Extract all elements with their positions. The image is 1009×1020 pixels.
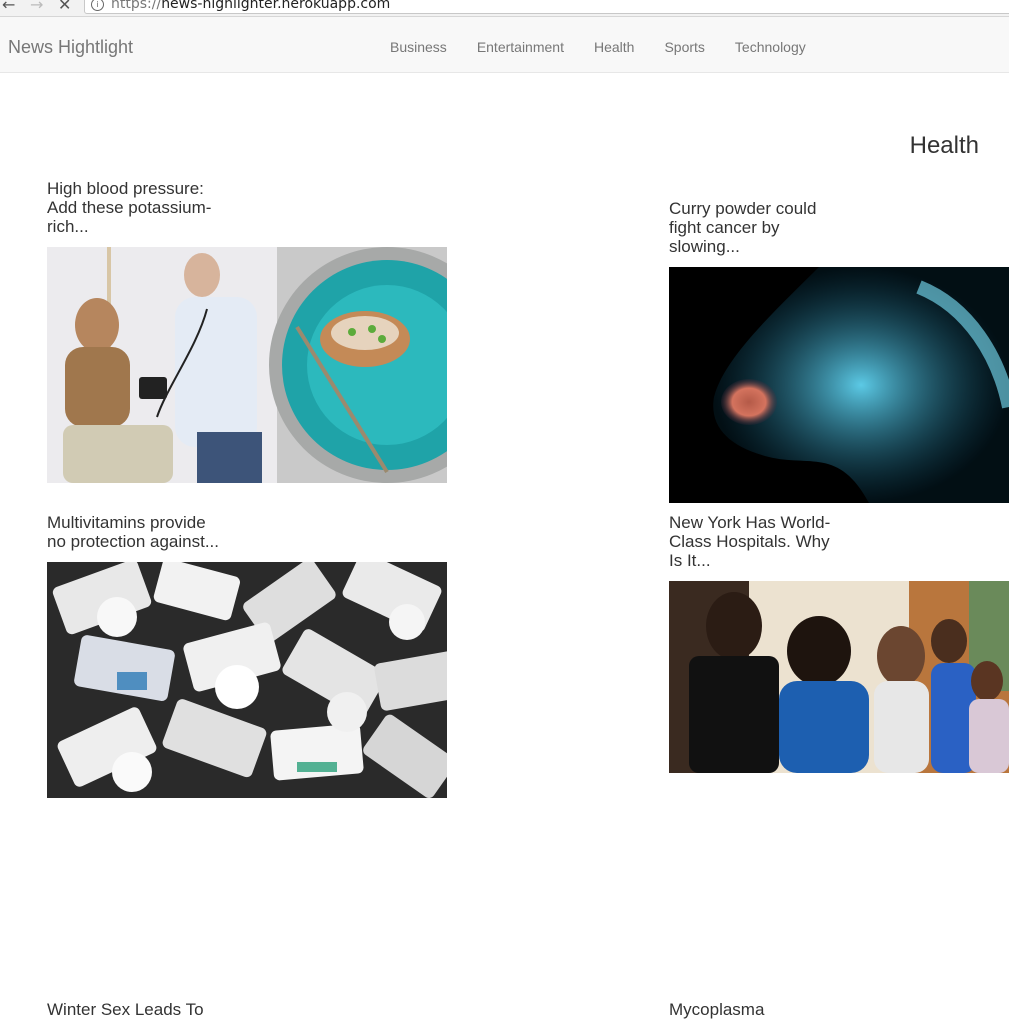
article-image[interactable] — [669, 581, 1009, 773]
nav-link-entertainment[interactable]: Entertainment — [462, 39, 579, 55]
nav-link-sports[interactable]: Sports — [649, 39, 719, 55]
article-title-partial[interactable]: Winter Sex Leads To — [47, 1000, 204, 1020]
nav-link-technology[interactable]: Technology — [720, 39, 821, 55]
article-title[interactable]: High blood pressure: Add these potassium… — [47, 179, 232, 236]
nav-link-health[interactable]: Health — [579, 39, 649, 55]
forward-arrow-icon[interactable]: → — [30, 0, 43, 14]
back-arrow-icon[interactable]: ← — [2, 0, 15, 14]
url-scheme: https:// — [111, 0, 162, 12]
pill-bottles-photo — [47, 562, 447, 798]
article-card: High blood pressure: Add these potassium… — [47, 179, 447, 483]
nav-links: Business Entertainment Health Sports Tec… — [375, 39, 821, 55]
address-url: https://news-highlighter.herokuapp.com — [111, 0, 390, 12]
url-host: news-highlighter.herokuapp.com — [161, 0, 391, 12]
article-title-partial[interactable]: Mycoplasma — [669, 1000, 764, 1020]
site-navbar: News Hightlight Business Entertainment H… — [0, 17, 1009, 73]
article-image[interactable] — [47, 562, 447, 798]
info-icon[interactable]: i — [91, 0, 104, 11]
browser-toolbar: ← → ✕ i https://news-highlighter.herokua… — [0, 0, 1009, 17]
brand-link[interactable]: News Hightlight — [8, 37, 133, 58]
article-title[interactable]: New York Has World-Class Hospitals. Why … — [669, 513, 844, 570]
xray-body-photo — [713, 267, 1009, 503]
article-image[interactable] — [47, 247, 447, 483]
article-image[interactable] — [669, 267, 1009, 503]
article-title[interactable]: Multivitamins provide no protection agai… — [47, 513, 222, 551]
article-card: Multivitamins provide no protection agai… — [47, 513, 447, 798]
nav-link-business[interactable]: Business — [375, 39, 462, 55]
address-bar[interactable]: i https://news-highlighter.herokuapp.com — [84, 0, 1009, 14]
article-title[interactable]: Curry powder could fight cancer by slowi… — [669, 199, 839, 256]
section-title: Health — [909, 132, 979, 159]
celebration-photo — [669, 581, 1009, 773]
stop-loading-icon[interactable]: ✕ — [58, 0, 71, 14]
article-card: New York Has World-Class Hospitals. Why … — [669, 513, 1009, 773]
blood-pressure-photo — [47, 247, 447, 483]
article-card: Curry powder could fight cancer by slowi… — [669, 199, 1009, 503]
